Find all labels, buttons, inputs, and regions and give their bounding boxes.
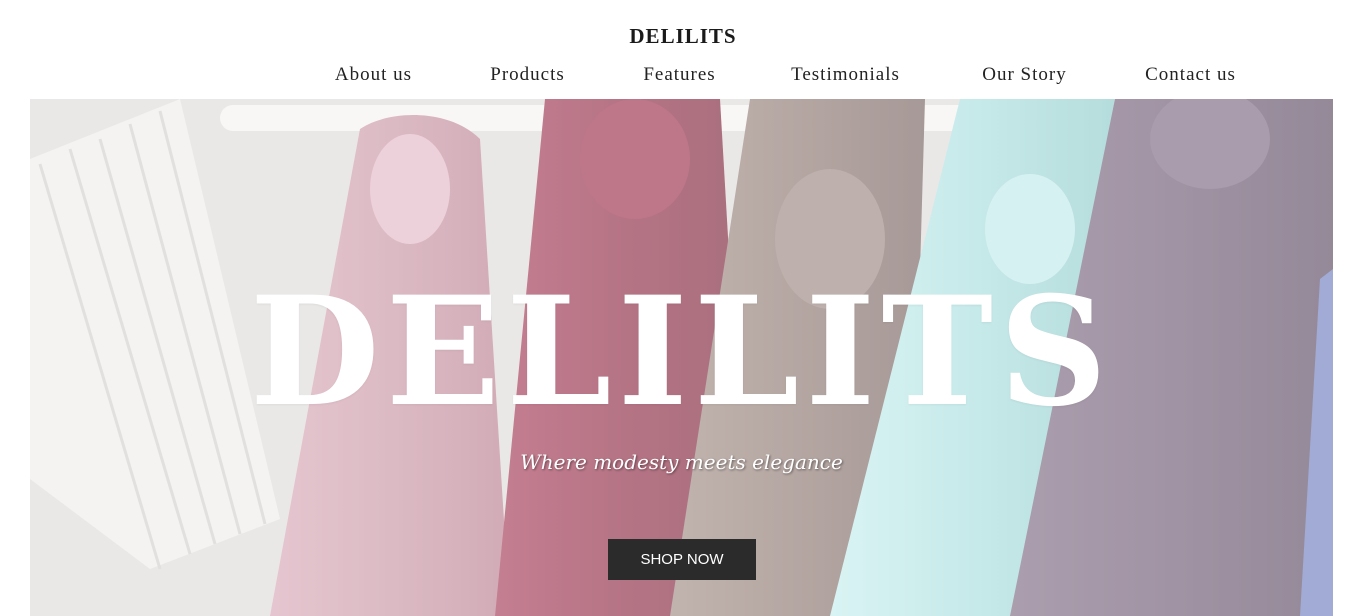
- hero-banner: DELILITS Where modesty meets elegance SH…: [30, 99, 1333, 616]
- main-nav: About us Products Features Testimonials …: [0, 64, 1366, 86]
- hero-title: DELILITS: [249, 264, 1114, 440]
- nav-testimonials[interactable]: Testimonials: [756, 64, 936, 86]
- shop-now-button[interactable]: SHOP NOW: [608, 539, 756, 580]
- site-logo[interactable]: DELILITS: [0, 24, 1366, 49]
- nav-features[interactable]: Features: [610, 64, 750, 86]
- nav-products[interactable]: Products: [458, 64, 598, 86]
- hero-tagline: Where modesty meets elegance: [520, 450, 843, 474]
- nav-about-us[interactable]: About us: [304, 64, 444, 86]
- nav-contact-us[interactable]: Contact us: [1116, 64, 1266, 86]
- nav-our-story[interactable]: Our Story: [950, 64, 1100, 86]
